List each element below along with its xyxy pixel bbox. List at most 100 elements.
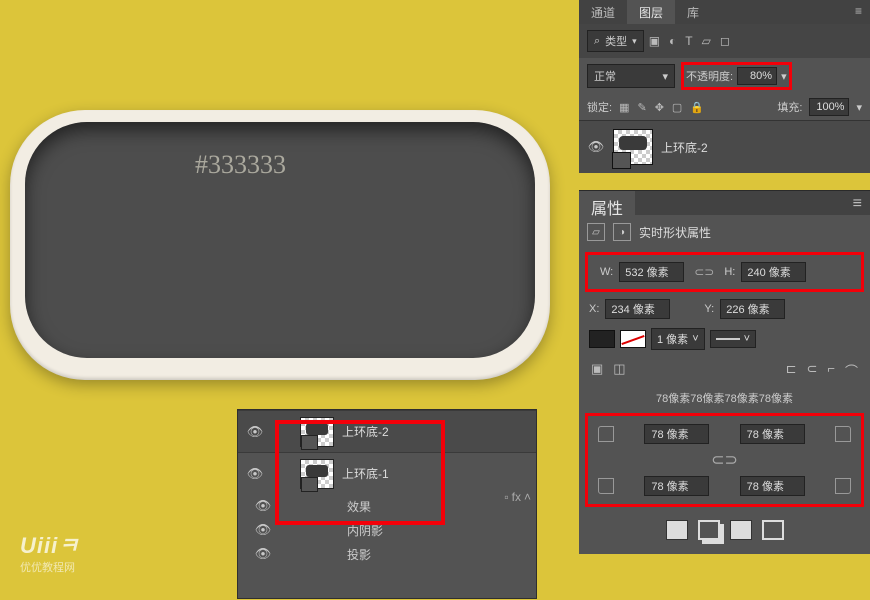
blend-mode-value: 正常 bbox=[594, 68, 616, 84]
x-input[interactable] bbox=[605, 299, 670, 319]
tab-properties[interactable]: 属性 bbox=[579, 191, 635, 215]
corner-bl-icon[interactable] bbox=[598, 478, 614, 494]
pathfinder-intersect-icon[interactable] bbox=[730, 520, 752, 540]
lock-move-icon[interactable]: ✥ bbox=[655, 101, 664, 114]
stroke-color-swatch[interactable] bbox=[620, 330, 646, 348]
height-input[interactable] bbox=[741, 262, 806, 282]
watermark-logo: Uiiiㅋ bbox=[20, 528, 79, 560]
y-input[interactable] bbox=[720, 299, 785, 319]
properties-header: ▱ ◑ 实时形状属性 bbox=[579, 215, 870, 249]
lock-transparent-icon[interactable]: ▦ bbox=[619, 101, 629, 114]
opacity-label: 不透明度: bbox=[686, 68, 733, 84]
corner-tl-icon[interactable] bbox=[598, 426, 614, 442]
effects-row[interactable]: 👁效果 bbox=[238, 494, 536, 518]
selected-layer[interactable]: 👁 上环底-2 bbox=[579, 120, 870, 173]
fill-label: 填充: bbox=[777, 99, 802, 115]
opacity-value[interactable]: 80% bbox=[737, 67, 777, 85]
link-wh-icon[interactable]: ⊂⊃ bbox=[690, 265, 718, 279]
align-center-icon[interactable]: ◫ bbox=[613, 361, 625, 380]
visibility-icon[interactable]: 👁 bbox=[246, 466, 264, 482]
properties-panel: 属性 ≡ ▱ ◑ 实时形状属性 W: ⊂⊃ H: X: Y: 1 像素 ˅ ˅ … bbox=[579, 190, 870, 554]
layer-thumb[interactable] bbox=[300, 459, 334, 489]
tab-channels[interactable]: 通道 bbox=[579, 0, 627, 24]
cap-butt-icon[interactable]: ⊏ bbox=[786, 361, 797, 380]
lock-label: 锁定: bbox=[587, 99, 612, 115]
corner-bl-input[interactable] bbox=[644, 476, 709, 496]
corner-tl-input[interactable] bbox=[644, 424, 709, 444]
fill-color-swatch[interactable] bbox=[589, 330, 615, 348]
radius-summary: 78像素78像素78像素78像素 bbox=[579, 386, 870, 410]
tab-layers[interactable]: 图层 bbox=[627, 0, 675, 24]
corner-br-icon[interactable] bbox=[835, 478, 851, 494]
properties-title: 实时形状属性 bbox=[639, 224, 711, 241]
w-label: W: bbox=[600, 266, 613, 278]
chevron-down-icon[interactable]: ▾ bbox=[856, 101, 862, 114]
fill-value[interactable]: 100% bbox=[809, 98, 849, 116]
highlight-corners: ⊂⊃ bbox=[585, 413, 864, 507]
layer-name: 上环底-2 bbox=[342, 423, 389, 440]
layer-row-2[interactable]: 👁 上环底-1 ▫fx˄ bbox=[238, 452, 536, 494]
mask-icon: ◑ bbox=[613, 223, 631, 241]
link-corners-icon[interactable]: ⊂⊃ bbox=[592, 446, 857, 474]
watermark-subtitle: 优优教程网 bbox=[20, 559, 75, 575]
chevron-down-icon[interactable]: ▾ bbox=[781, 70, 787, 83]
filter-row: ⌕ 类型 ▾ ▣ ◐ T ▱ ◻ bbox=[579, 24, 870, 58]
layer-name: 上环底-2 bbox=[661, 139, 708, 156]
cap-round-icon[interactable]: ⊂ bbox=[806, 361, 817, 380]
join-miter-icon[interactable]: ⌐ bbox=[827, 361, 835, 380]
visibility-icon[interactable]: 👁 bbox=[246, 424, 264, 440]
layer-name: 上环底-1 bbox=[342, 465, 389, 482]
panel-menu-icon[interactable]: ≡ bbox=[845, 191, 870, 215]
highlight-wh: W: ⊂⊃ H: bbox=[585, 252, 864, 292]
shape-icon: ▱ bbox=[587, 223, 605, 241]
corner-tr-icon[interactable] bbox=[835, 426, 851, 442]
chevron-down-icon: ▾ bbox=[632, 36, 637, 47]
lock-all-icon[interactable]: 🔒 bbox=[690, 101, 704, 114]
layer-thumbnail[interactable] bbox=[613, 129, 653, 165]
filter-type-dropdown[interactable]: ⌕ 类型 ▾ bbox=[587, 30, 644, 52]
pathfinder-subtract-icon[interactable] bbox=[698, 520, 720, 540]
y-label: Y: bbox=[704, 303, 714, 315]
corner-br-input[interactable] bbox=[740, 476, 805, 496]
h-label: H: bbox=[724, 266, 735, 278]
blend-row: 正常 ▾ 不透明度: 80% ▾ bbox=[579, 58, 870, 94]
hex-code-label: #333333 bbox=[195, 150, 286, 180]
chevron-down-icon: ˅ bbox=[692, 333, 698, 345]
filter-shape-icon[interactable]: ▱ bbox=[702, 34, 711, 48]
line-sample-icon bbox=[716, 338, 740, 340]
layer-thumb[interactable] bbox=[300, 417, 334, 447]
inner-shadow-label: 内阴影 bbox=[347, 522, 383, 539]
stroke-row: 1 像素 ˅ ˅ bbox=[579, 323, 870, 355]
width-input[interactable] bbox=[619, 262, 684, 282]
tab-libraries[interactable]: 库 bbox=[675, 0, 711, 24]
effects-label: 效果 bbox=[347, 498, 371, 515]
fx-icons[interactable]: ▫fx˄ bbox=[504, 490, 531, 504]
visibility-icon[interactable]: 👁 bbox=[587, 139, 605, 155]
drop-shadow-row[interactable]: 👁投影 bbox=[238, 542, 536, 566]
lock-artboard-icon[interactable]: ▢ bbox=[672, 101, 682, 114]
stroke-style-dropdown[interactable]: ˅ bbox=[710, 330, 756, 348]
corner-tr-input[interactable] bbox=[740, 424, 805, 444]
panel-menu-icon[interactable]: ≡ bbox=[847, 0, 870, 24]
filter-label: 类型 bbox=[605, 33, 627, 49]
layers-mini-panel: 👁 上环底-2 👁 上环底-1 ▫fx˄ 👁效果 👁内阴影 👁投影 bbox=[237, 409, 537, 599]
lock-paint-icon[interactable]: ✎ bbox=[637, 101, 646, 114]
filter-adjust-icon[interactable]: ◐ bbox=[669, 34, 676, 48]
join-round-icon[interactable]: ⌒ bbox=[845, 361, 858, 380]
inner-shadow-row[interactable]: 👁内阴影 bbox=[238, 518, 536, 542]
layer-row-1[interactable]: 👁 上环底-2 bbox=[238, 410, 536, 452]
drop-shadow-label: 投影 bbox=[347, 546, 371, 563]
filter-image-icon[interactable]: ▣ bbox=[649, 34, 660, 48]
x-label: X: bbox=[589, 303, 599, 315]
chevron-down-icon: ▾ bbox=[662, 70, 668, 83]
pathfinder-exclude-icon[interactable] bbox=[762, 520, 784, 540]
stroke-width-value: 1 像素 bbox=[657, 331, 688, 347]
filter-type-icon[interactable]: T bbox=[685, 34, 692, 48]
align-inside-icon[interactable]: ▣ bbox=[591, 361, 603, 380]
pathfinder-unite-icon[interactable] bbox=[666, 520, 688, 540]
blend-mode-dropdown[interactable]: 正常 ▾ bbox=[587, 64, 675, 88]
stroke-align-row: ▣ ◫ ⊏ ⊂ ⌐ ⌒ bbox=[579, 355, 870, 386]
stroke-width-dropdown[interactable]: 1 像素 ˅ bbox=[651, 328, 705, 350]
pathfinder-row bbox=[579, 510, 870, 554]
filter-smart-icon[interactable]: ◻ bbox=[720, 34, 730, 48]
